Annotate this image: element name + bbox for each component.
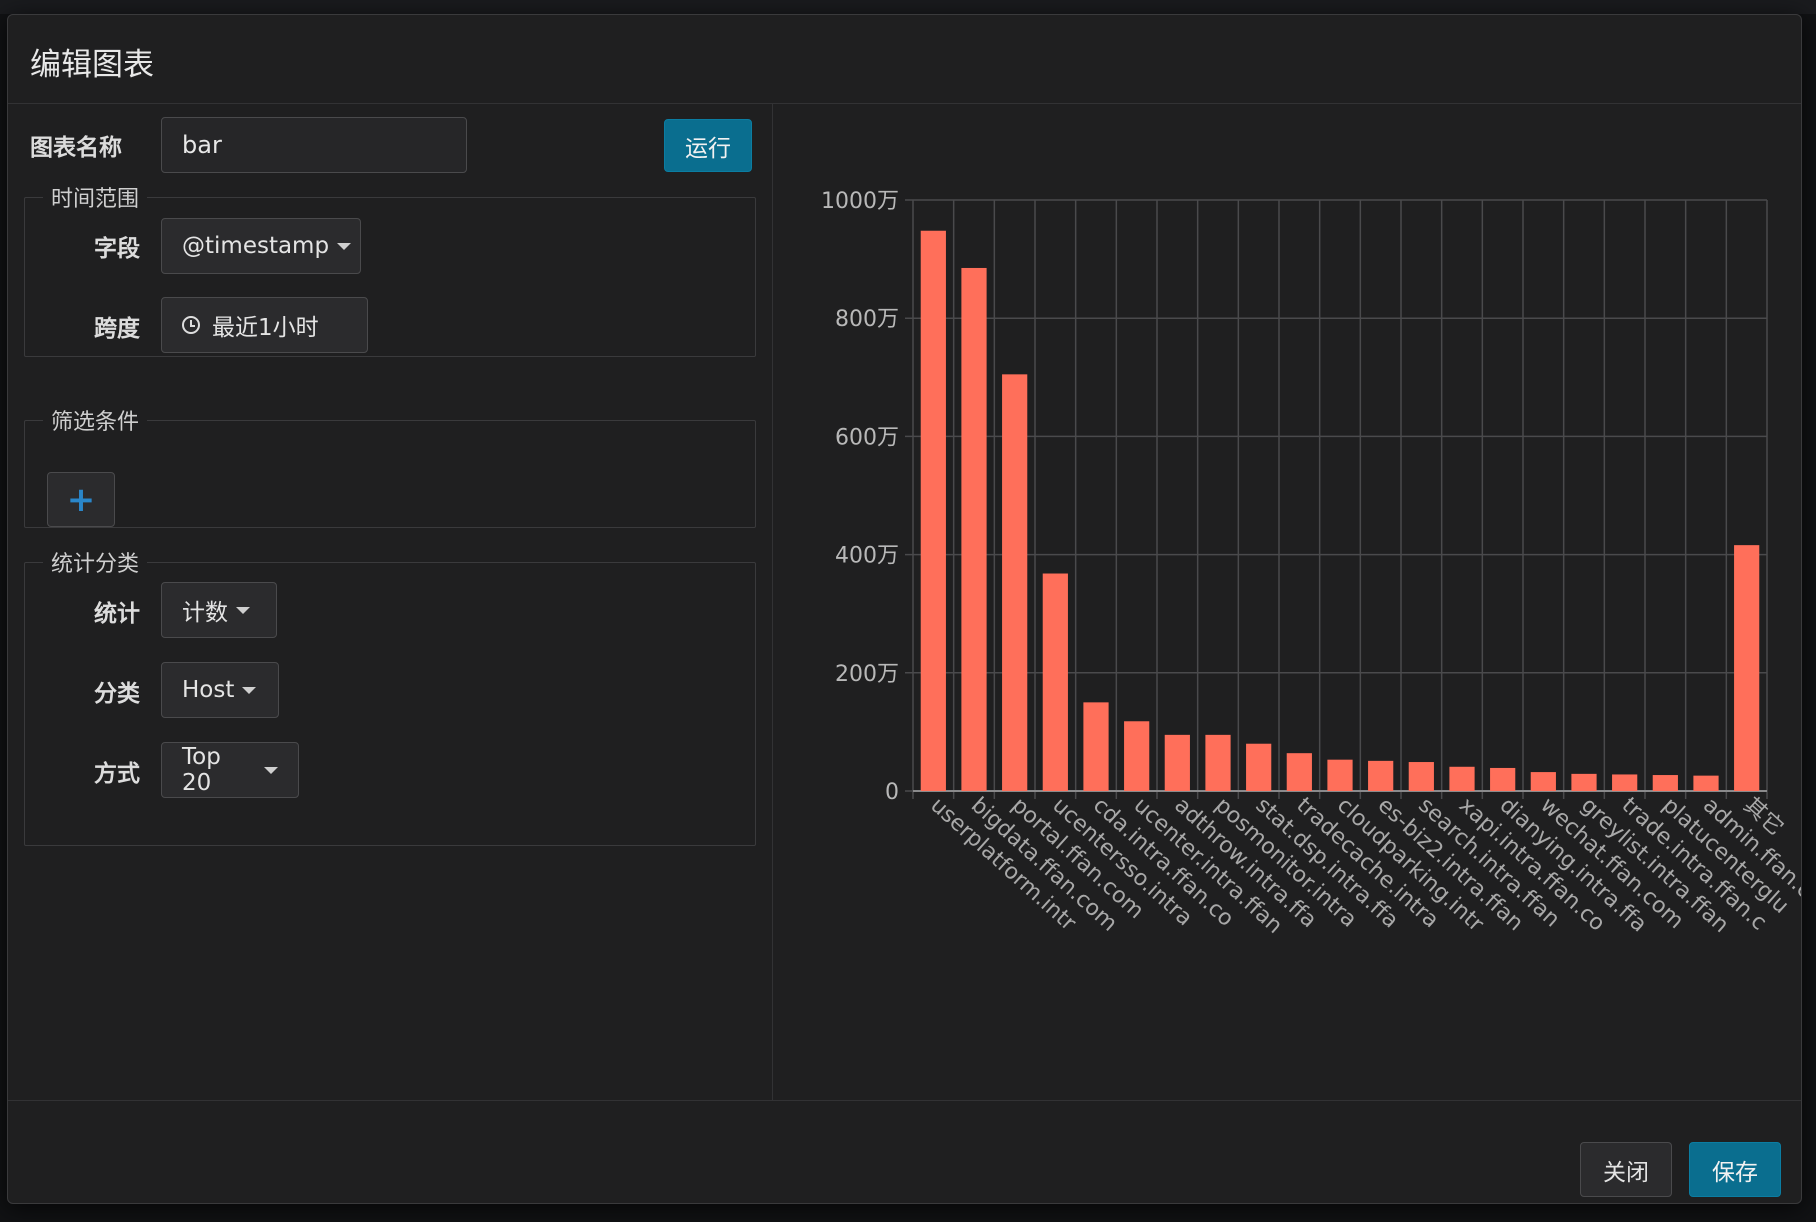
bar[interactable] [1286, 753, 1312, 791]
bar[interactable] [1205, 734, 1231, 791]
bar[interactable] [1490, 767, 1516, 791]
field-label: 字段 [94, 236, 140, 262]
save-button[interactable]: 保存 [1689, 1142, 1781, 1197]
chart-config-form: 图表名称 bar 运行 时间范围 字段 @timestamp 跨度 最近1小时 … [8, 104, 773, 1100]
bar[interactable] [1042, 573, 1068, 791]
bar[interactable] [1571, 773, 1597, 791]
chevron-down-icon [242, 686, 257, 694]
modal-footer: 关闭 保存 [8, 1100, 1801, 1203]
modal-header: 编辑图表 [8, 15, 1801, 104]
bar[interactable] [1246, 743, 1272, 791]
y-tick-label: 200万 [835, 662, 899, 687]
time-span-picker[interactable]: 最近1小时 [161, 297, 368, 353]
bar[interactable] [1530, 772, 1556, 791]
y-tick-label: 400万 [835, 544, 899, 569]
bar[interactable] [1693, 775, 1719, 791]
bar[interactable] [1327, 759, 1353, 791]
bar[interactable] [1002, 374, 1028, 791]
bar[interactable] [1449, 766, 1475, 791]
bar[interactable] [1164, 734, 1190, 791]
time-span-value: 最近1小时 [212, 315, 319, 341]
chart-name-label: 图表名称 [30, 135, 122, 161]
category-dropdown[interactable]: Host [161, 662, 279, 718]
edit-chart-modal: 编辑图表 图表名称 bar 运行 时间范围 字段 @timestamp 跨度 最… [7, 14, 1816, 1204]
category-label: 分类 [94, 681, 140, 707]
mode-dropdown-value: Top 20 [182, 744, 221, 796]
modal-body: 图表名称 bar 运行 时间范围 字段 @timestamp 跨度 最近1小时 … [8, 104, 1816, 1100]
time-range-legend: 时间范围 [51, 187, 140, 212]
field-dropdown-value: @timestamp [182, 233, 330, 259]
stats-legend: 统计分类 [51, 552, 140, 577]
mode-dropdown[interactable]: Top 20 [161, 742, 299, 798]
bar[interactable] [920, 230, 946, 791]
span-label: 跨度 [94, 316, 140, 342]
stat-dropdown-value: 计数 [182, 600, 228, 626]
modal-title: 编辑图表 [30, 47, 154, 83]
plus-icon: + [66, 479, 96, 520]
y-tick-label: 1000万 [821, 189, 899, 214]
chevron-down-icon [264, 766, 278, 774]
close-button[interactable]: 关闭 [1580, 1142, 1672, 1197]
category-dropdown-value: Host [182, 677, 235, 703]
field-dropdown[interactable]: @timestamp [161, 218, 361, 274]
chart-preview-pane: 0 200万 400万 600万 800万 1000万 userplatform.intr… [773, 104, 1816, 1100]
filter-group: 筛选条件 [24, 404, 756, 528]
stat-dropdown[interactable]: 计数 [161, 582, 277, 638]
bar[interactable] [1083, 702, 1109, 791]
chevron-down-icon [337, 242, 352, 250]
bar[interactable] [961, 267, 987, 792]
bar[interactable] [1612, 774, 1638, 791]
bar[interactable] [1368, 760, 1394, 791]
run-button[interactable]: 运行 [664, 119, 752, 172]
chevron-down-icon [236, 606, 250, 614]
filter-legend: 筛选条件 [51, 410, 140, 435]
bar[interactable] [1408, 762, 1434, 791]
add-filter-button[interactable]: + [47, 472, 115, 527]
y-tick-label: 800万 [835, 307, 899, 332]
chart-name-input[interactable]: bar [161, 117, 467, 173]
y-tick-label: 600万 [835, 425, 899, 450]
bar-chart: 0200万400万600万800万1000万 userplatform.intr… [821, 189, 1816, 939]
clock-icon [182, 316, 200, 334]
bar[interactable] [1652, 775, 1678, 791]
background-dashboard [0, 0, 1816, 14]
mode-label: 方式 [94, 761, 140, 787]
stat-label: 统计 [94, 601, 140, 627]
y-tick-label: 0 [885, 780, 899, 805]
bar[interactable] [1734, 545, 1760, 791]
bar[interactable] [1124, 721, 1150, 791]
